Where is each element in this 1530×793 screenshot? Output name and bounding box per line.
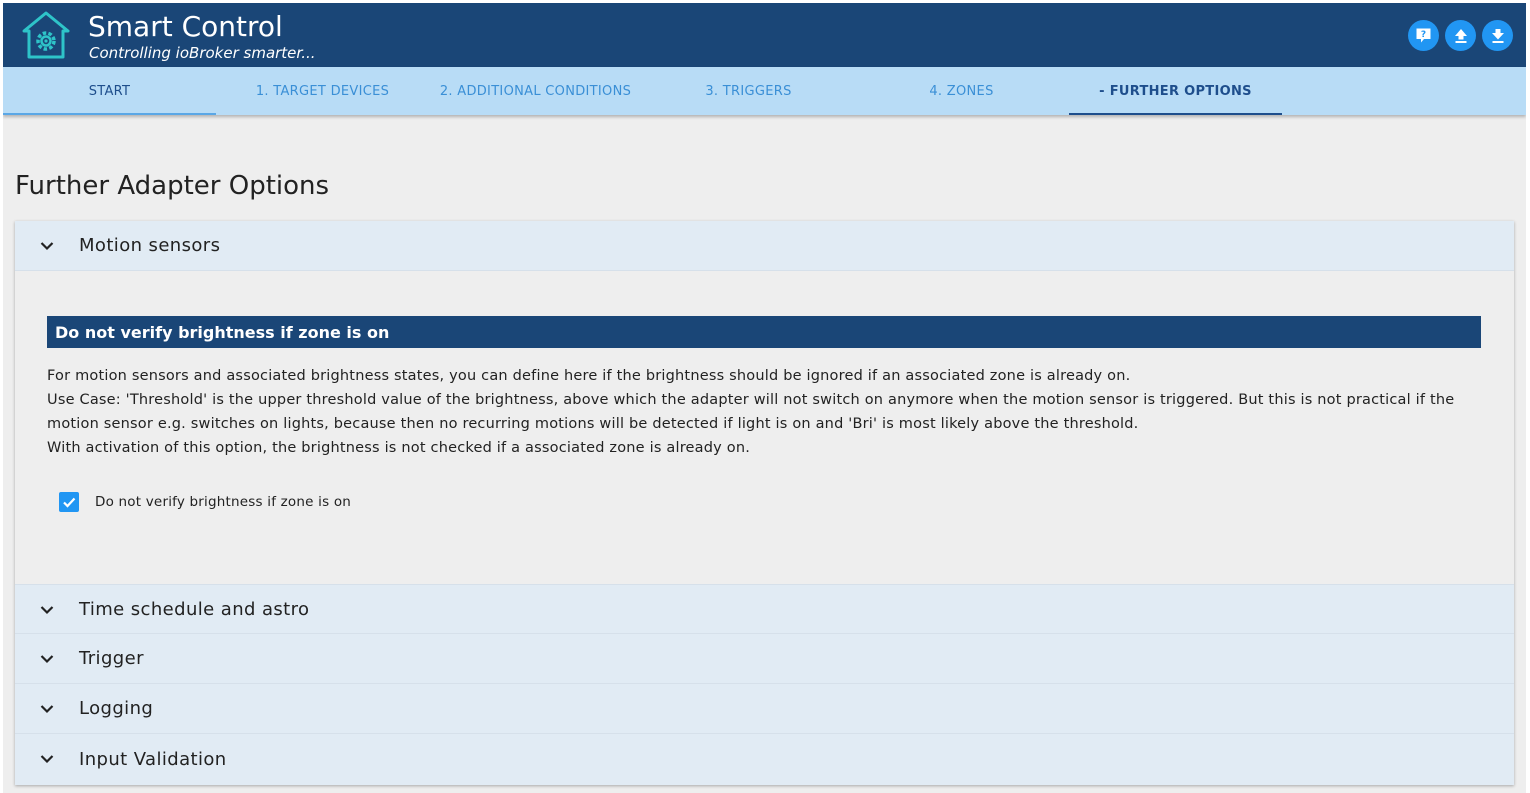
house-gear-icon <box>21 9 71 61</box>
accordion-header-logging[interactable]: Logging <box>15 684 1514 734</box>
option-description: For motion sensors and associated bright… <box>47 364 1487 460</box>
tab-target-devices[interactable]: 1. TARGET DEVICES <box>216 67 429 115</box>
accordion-header-time-schedule[interactable]: Time schedule and astro <box>15 584 1514 634</box>
tab-label: 4. ZONES <box>929 83 994 99</box>
download-icon <box>1491 28 1504 43</box>
chevron-down-icon <box>40 705 54 714</box>
description-line: Use Case: 'Threshold' is the upper thres… <box>47 392 1455 432</box>
verify-brightness-option: Do not verify brightness if zone is on <box>59 491 351 513</box>
chevron-down-icon <box>40 606 54 615</box>
checkbox-label: Do not verify brightness if zone is on <box>95 494 352 510</box>
app-frame: Smart Control Controlling ioBroker smart… <box>3 3 1526 793</box>
tab-label: - FURTHER OPTIONS <box>1099 83 1252 99</box>
app-header: Smart Control Controlling ioBroker smart… <box>3 3 1526 67</box>
accordion-label: Time schedule and astro <box>79 598 310 620</box>
help-button[interactable]: ? <box>1408 20 1439 51</box>
tab-label: 3. TRIGGERS <box>705 83 792 99</box>
svg-text:?: ? <box>1421 30 1426 40</box>
description-line: With activation of this option, the brig… <box>47 440 751 456</box>
tab-zones[interactable]: 4. ZONES <box>855 67 1068 115</box>
tab-indicator <box>1069 113 1282 115</box>
description-line: For motion sensors and associated bright… <box>47 368 1131 384</box>
help-icon: ? <box>1416 28 1431 43</box>
download-button[interactable] <box>1482 20 1513 51</box>
accordion-label: Logging <box>79 698 154 719</box>
tab-indicator <box>3 113 216 115</box>
chevron-down-icon <box>40 655 54 664</box>
tab-label: 1. TARGET DEVICES <box>255 83 390 99</box>
upload-button[interactable] <box>1445 20 1476 51</box>
tab-triggers[interactable]: 3. TRIGGERS <box>642 67 855 115</box>
tab-bar: START 1. TARGET DEVICES 2. ADDITIONAL CO… <box>3 67 1526 115</box>
tab-start[interactable]: START <box>3 67 216 115</box>
tab-additional-conditions[interactable]: 2. ADDITIONAL CONDITIONS <box>429 67 642 115</box>
accordion-header-trigger[interactable]: Trigger <box>15 634 1514 684</box>
section-heading: Do not verify brightness if zone is on <box>47 316 1481 348</box>
accordion-header-input-validation[interactable]: Input Validation <box>15 734 1514 785</box>
accordion-label: Motion sensors <box>79 235 221 256</box>
accordion-header-motion-sensors[interactable]: Motion sensors <box>15 221 1514 271</box>
tab-label: 2. ADDITIONAL CONDITIONS <box>439 83 632 99</box>
options-accordion: Motion sensors Do not verify brightness … <box>15 221 1514 785</box>
tab-label: START <box>88 83 131 99</box>
tab-further-options[interactable]: - FURTHER OPTIONS <box>1069 67 1282 115</box>
chevron-down-icon <box>40 755 54 764</box>
accordion-label: Trigger <box>79 648 144 669</box>
app-subtitle: Controlling ioBroker smarter... <box>89 44 316 62</box>
upload-icon <box>1454 28 1467 43</box>
app-title: Smart Control <box>88 10 283 43</box>
checkmark-icon <box>63 497 76 508</box>
verify-brightness-checkbox[interactable] <box>59 492 79 512</box>
page-title: Further Adapter Options <box>15 171 330 201</box>
chevron-down-icon <box>40 242 54 251</box>
accordion-label: Input Validation <box>79 749 227 770</box>
